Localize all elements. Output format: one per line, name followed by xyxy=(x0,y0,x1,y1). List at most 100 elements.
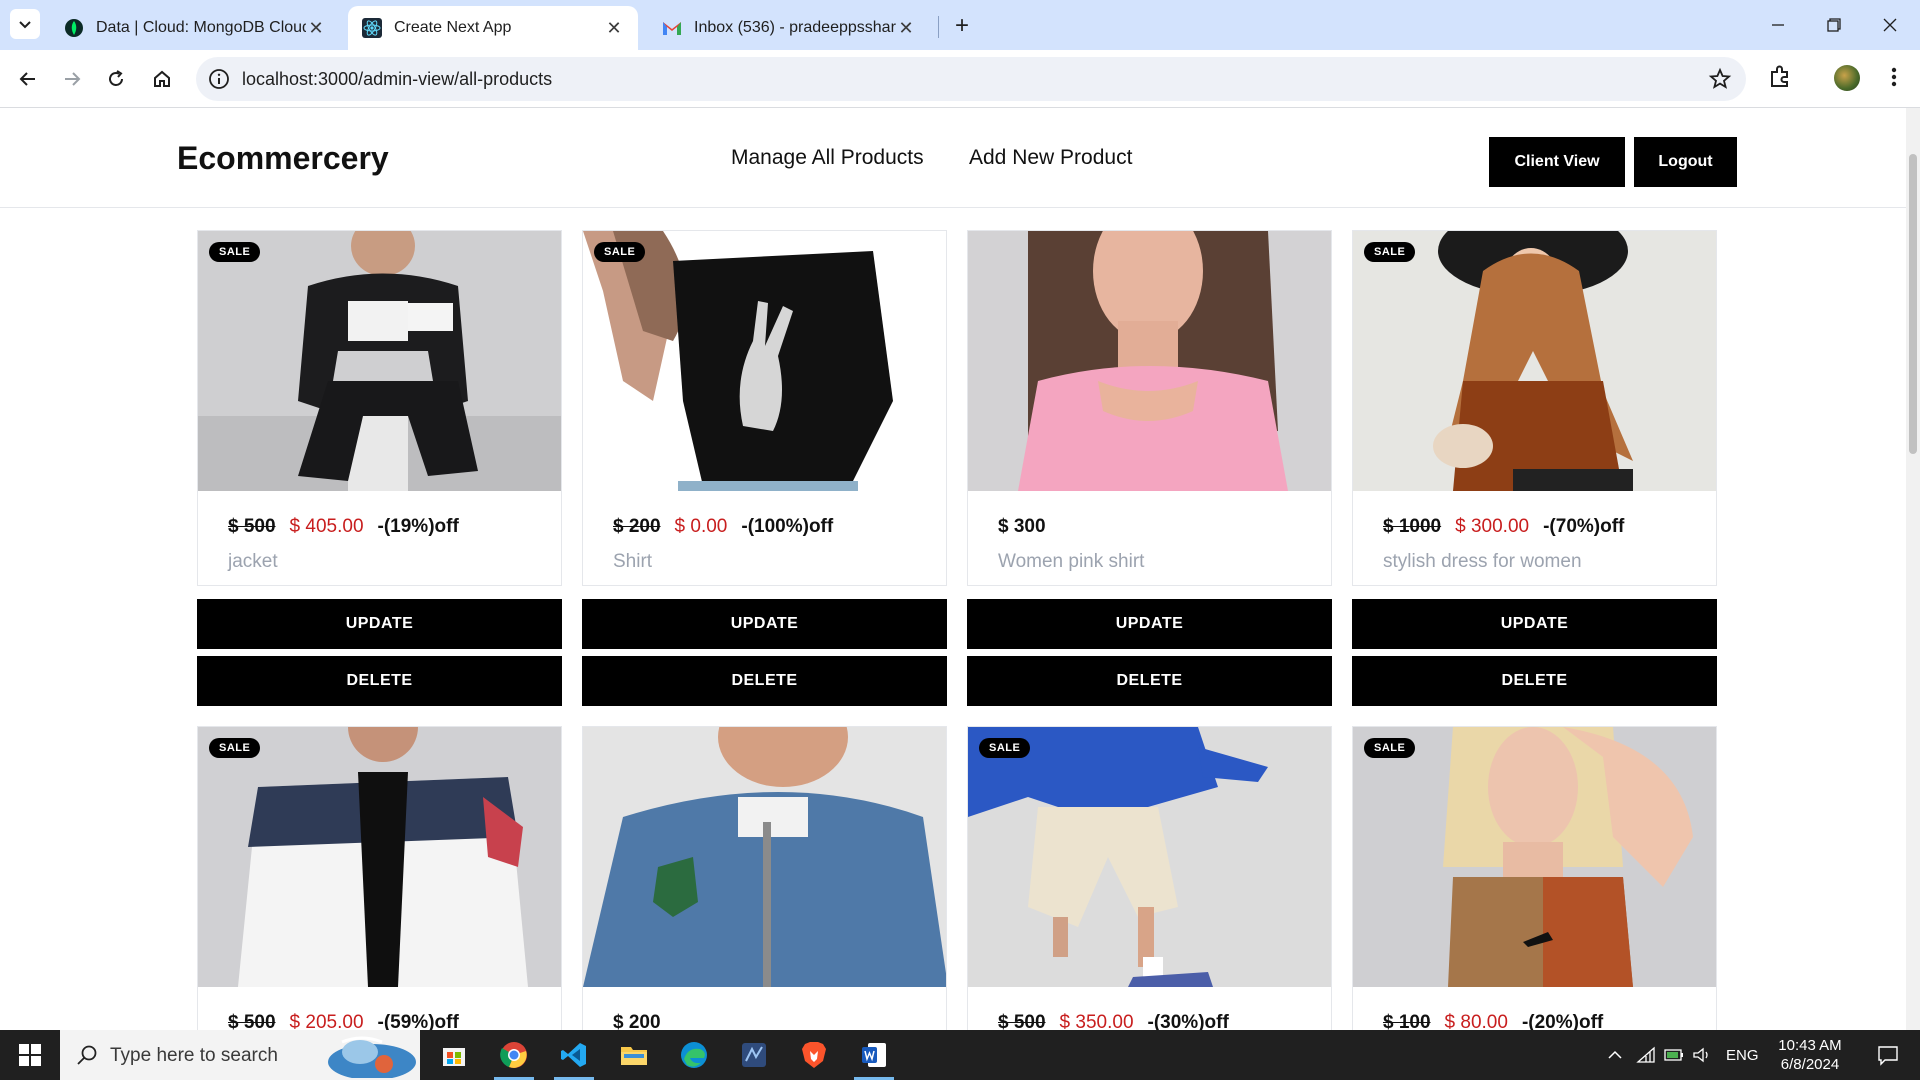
original-price: $ 100 xyxy=(1383,1012,1431,1030)
reload-button[interactable] xyxy=(100,63,132,95)
delete-button[interactable]: DELETE xyxy=(967,656,1332,706)
update-button[interactable]: UPDATE xyxy=(967,599,1332,649)
product-name: jacket xyxy=(228,551,278,572)
volume-icon[interactable] xyxy=(1692,1046,1712,1064)
product-card: SALE $ 500 $ 405.00 -(19%)off jacket xyxy=(197,230,562,586)
tab-separator xyxy=(938,16,939,38)
clock-date: 6/8/2024 xyxy=(1780,1056,1840,1073)
battery-icon[interactable] xyxy=(1664,1046,1684,1064)
minimize-button[interactable] xyxy=(1750,0,1806,50)
mongodb-leaf-icon xyxy=(64,18,84,38)
notification-center[interactable] xyxy=(1856,1030,1920,1080)
taskbar-chrome[interactable] xyxy=(484,1030,544,1080)
react-icon xyxy=(362,18,382,38)
update-button[interactable]: UPDATE xyxy=(582,599,947,649)
original-price: $ 500 xyxy=(228,516,276,537)
windows-taskbar: Type here to search ENG 10:43 AM 6/8/202… xyxy=(0,1030,1920,1080)
tab-gmail[interactable]: Inbox (536) - pradeeppssharma ✕ xyxy=(648,6,930,50)
update-button[interactable]: UPDATE xyxy=(1352,599,1717,649)
price-row: $ 1000 $ 300.00 -(70%)off xyxy=(1383,516,1624,538)
scrollbar-thumb[interactable] xyxy=(1909,154,1917,454)
sale-price: $ 0.00 xyxy=(674,516,728,537)
close-icon[interactable]: ✕ xyxy=(896,18,916,38)
product-card: SALE $ 1000 $ 300.00 -(70%)off stylish dre… xyxy=(1352,230,1717,586)
product-image[interactable]: SALE xyxy=(1353,727,1716,987)
restore-button[interactable] xyxy=(1806,0,1862,50)
price-row: $ 500 $ 405.00 -(19%)off xyxy=(228,516,459,538)
tab-mongodb[interactable]: Data | Cloud: MongoDB Cloud ✕ xyxy=(50,6,340,50)
sale-badge: SALE xyxy=(1364,738,1416,758)
tab-title: Inbox (536) - pradeeppssharma xyxy=(694,19,896,36)
taskbar-word[interactable] xyxy=(844,1030,904,1080)
delete-button[interactable]: DELETE xyxy=(1352,656,1717,706)
taskbar-edge[interactable] xyxy=(664,1030,724,1080)
windows-logo-icon xyxy=(19,1044,41,1066)
page-scrollbar[interactable] xyxy=(1906,108,1920,1030)
start-button[interactable] xyxy=(0,1030,60,1080)
taskbar-vscode[interactable] xyxy=(544,1030,604,1080)
network-icon[interactable] xyxy=(1636,1046,1656,1064)
product-image[interactable]: SALE xyxy=(198,231,561,491)
home-button[interactable] xyxy=(146,63,178,95)
profile-avatar[interactable] xyxy=(1834,65,1860,91)
url-text[interactable]: localhost:3000/admin-view/all-products xyxy=(242,69,552,90)
product-image[interactable]: SALE xyxy=(198,727,561,987)
taskbar-app-blue[interactable] xyxy=(724,1030,784,1080)
home-icon xyxy=(154,70,170,87)
tab-search-button[interactable] xyxy=(10,9,40,39)
sale-badge: SALE xyxy=(1364,242,1416,262)
close-icon[interactable]: ✕ xyxy=(306,18,326,38)
taskbar-search-box[interactable]: Type here to search xyxy=(60,1030,420,1080)
chevron-up-icon[interactable] xyxy=(1606,1046,1624,1064)
taskbar-file-explorer[interactable] xyxy=(604,1030,664,1080)
gmail-icon xyxy=(662,18,682,38)
system-clock[interactable]: 10:43 AM 6/8/2024 xyxy=(1770,1036,1850,1074)
bookmark-star-icon[interactable] xyxy=(1708,67,1732,91)
logout-button[interactable]: Logout xyxy=(1634,137,1737,187)
kebab-menu-icon[interactable] xyxy=(1880,63,1908,91)
price-row: $ 300 xyxy=(998,516,1060,538)
sale-price: $ 300.00 xyxy=(1455,516,1530,537)
sale-badge: SALE xyxy=(209,738,261,758)
original-price: $ 200 xyxy=(613,516,661,537)
chrome-icon xyxy=(500,1042,527,1068)
delete-button[interactable]: DELETE xyxy=(582,656,947,706)
product-card: SALE $ 200 $ 0.00 -(100%)off Shirt xyxy=(582,230,947,586)
tab-create-next-app[interactable]: Create Next App ✕ xyxy=(348,6,638,50)
nav-add-new-product[interactable]: Add New Product xyxy=(969,146,1132,170)
product-card: $ 300 Women pink shirt xyxy=(967,230,1332,586)
forward-button[interactable] xyxy=(56,63,88,95)
sale-badge: SALE xyxy=(594,242,646,262)
sale-price: $ 80.00 xyxy=(1444,1012,1508,1030)
original-price: $ 500 xyxy=(998,1012,1046,1030)
product-image[interactable]: SALE xyxy=(968,727,1331,987)
sale-price: $ 205.00 xyxy=(289,1012,364,1030)
close-window-button[interactable] xyxy=(1862,0,1918,50)
update-button[interactable]: UPDATE xyxy=(197,599,562,649)
back-button[interactable] xyxy=(12,63,44,95)
taskbar-brave[interactable] xyxy=(784,1030,844,1080)
clock-time: 10:43 AM xyxy=(1778,1037,1842,1054)
delete-button[interactable]: DELETE xyxy=(197,656,562,706)
close-icon[interactable]: ✕ xyxy=(604,18,624,38)
tab-title: Data | Cloud: MongoDB Cloud xyxy=(96,19,306,36)
product-image[interactable] xyxy=(968,231,1331,491)
product-image[interactable] xyxy=(583,727,946,987)
extensions-puzzle-icon[interactable] xyxy=(1766,63,1794,91)
new-tab-button[interactable]: + xyxy=(948,12,976,40)
price-row: $ 100 $ 80.00 -(20%)off xyxy=(1383,1012,1603,1030)
discount-percent: -(30%)off xyxy=(1147,1012,1229,1030)
product-name: Women pink shirt xyxy=(998,551,1145,572)
reload-icon xyxy=(109,70,123,86)
discount-percent: -(70%)off xyxy=(1543,516,1625,537)
taskbar-store[interactable] xyxy=(424,1030,484,1080)
client-view-button[interactable]: Client View xyxy=(1489,137,1625,187)
site-info-icon[interactable] xyxy=(208,68,230,90)
nav-manage-all-products[interactable]: Manage All Products xyxy=(731,146,924,170)
folder-icon xyxy=(621,1047,647,1065)
product-image[interactable]: SALE xyxy=(583,231,946,491)
language-indicator[interactable]: ENG xyxy=(1726,1047,1759,1064)
product-image[interactable]: SALE xyxy=(1353,231,1716,491)
brand-logo[interactable]: Ecommercery xyxy=(177,140,389,177)
address-bar[interactable]: localhost:3000/admin-view/all-products xyxy=(196,57,1746,101)
